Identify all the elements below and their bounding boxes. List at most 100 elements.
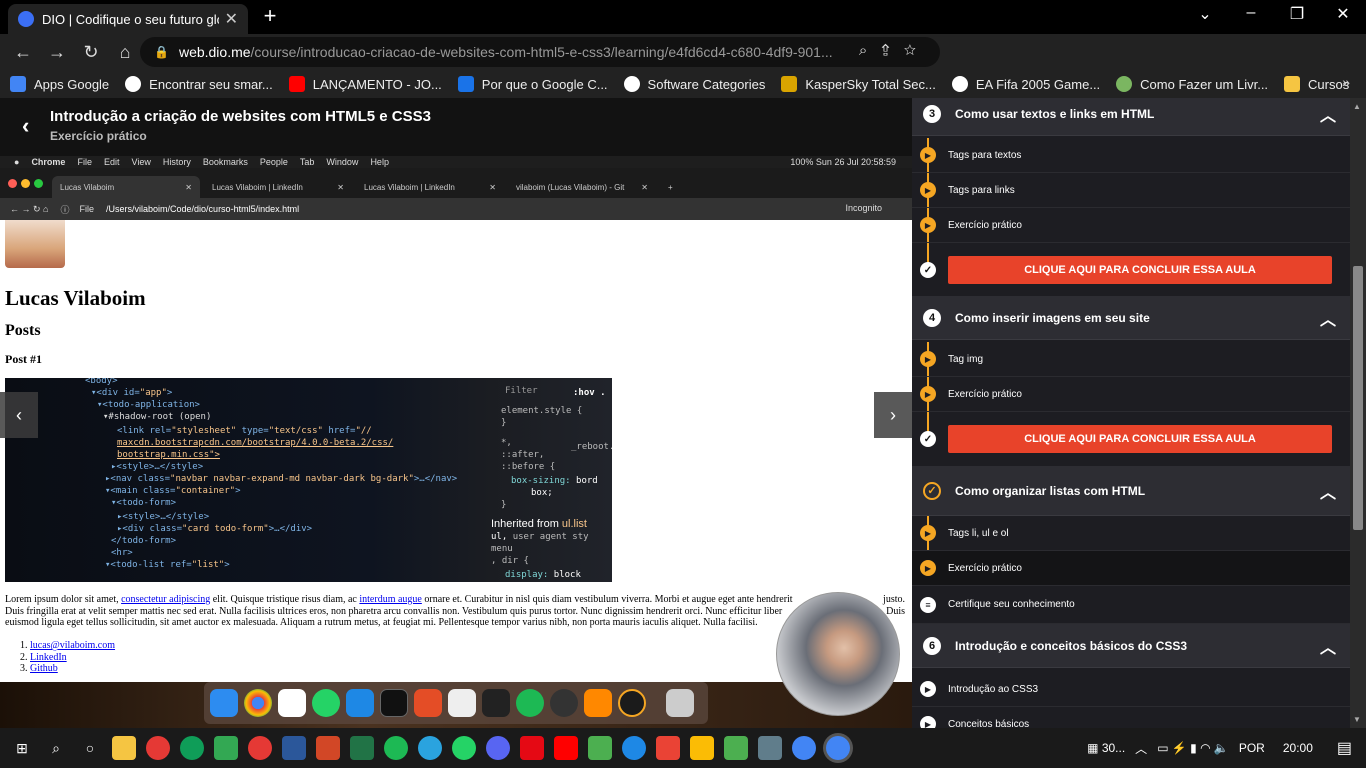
- finder-icon: [210, 689, 238, 717]
- tab-search-icon[interactable]: ⌄: [1190, 4, 1220, 26]
- close-window-button[interactable]: ✕: [1328, 4, 1358, 26]
- gmail-icon[interactable]: [656, 736, 680, 760]
- task-view-icon[interactable]: ○: [78, 736, 102, 760]
- section-header[interactable]: 3 Como usar textos e links em HTML ︿: [912, 98, 1350, 136]
- lesson-item[interactable]: ▶ Exercício prático: [912, 208, 1350, 243]
- bookmark-item[interactable]: Software Categories: [623, 76, 765, 92]
- bookmark-item[interactable]: KasperSky Total Sec...: [781, 76, 936, 92]
- lesson-item[interactable]: ▶ Tags li, ul e ol: [912, 516, 1350, 551]
- scrollbar-thumb[interactable]: [1353, 266, 1363, 530]
- opera-icon[interactable]: [146, 736, 170, 760]
- bookmark-item[interactable]: Encontrar seu smar...: [125, 76, 273, 92]
- section-header[interactable]: 6 Introdução e conceitos básicos do CSS3…: [912, 624, 1350, 668]
- back-icon[interactable]: ←: [8, 37, 38, 67]
- browser-tab-strip: DIO | Codifique o seu futuro glob ✕ + ⌄ …: [0, 0, 1366, 34]
- app-icon[interactable]: [214, 736, 238, 760]
- mac-menu-item: Window: [326, 157, 359, 167]
- file-explorer-icon[interactable]: [112, 736, 136, 760]
- bookmark-item[interactable]: Por que o Google C...: [457, 76, 608, 92]
- complete-lesson-button[interactable]: CLIQUE AQUI PARA CONCLUIR ESSA AULA: [948, 425, 1332, 453]
- netflix-icon[interactable]: [520, 736, 544, 760]
- spotify-icon: [516, 689, 544, 717]
- excel-icon[interactable]: [350, 736, 374, 760]
- bookmark-item[interactable]: LANÇAMENTO - JO...: [288, 76, 442, 92]
- scroll-down-icon[interactable]: ▼: [1353, 715, 1361, 724]
- language-indicator[interactable]: POR: [1239, 741, 1265, 755]
- section-title: Como usar textos e links em HTML: [955, 106, 1155, 121]
- apps-grid-icon: [10, 76, 26, 92]
- edge-icon[interactable]: [180, 736, 204, 760]
- lesson-item[interactable]: ▶ Tag img: [912, 342, 1350, 377]
- home-icon[interactable]: ⌂: [110, 37, 140, 67]
- address-actions[interactable]: ⌕⇪☆: [859, 42, 930, 59]
- scroll-up-icon[interactable]: ▲: [1353, 102, 1361, 111]
- lesson-item-current[interactable]: ▶ Exercício prático: [912, 551, 1350, 586]
- restore-button[interactable]: ❐: [1282, 4, 1312, 26]
- chevron-up-icon[interactable]: ︿: [1320, 479, 1336, 503]
- notifications-icon[interactable]: ▤: [1337, 738, 1352, 758]
- bookmark-item[interactable]: Apps Google: [10, 76, 109, 92]
- address-bar[interactable]: 🔒 web.dio.me /course/introducao-criacao-…: [140, 37, 940, 67]
- new-tab-button[interactable]: +: [258, 4, 282, 28]
- chevron-up-icon[interactable]: ︿: [1320, 102, 1336, 126]
- app-icon[interactable]: [724, 736, 748, 760]
- forward-icon[interactable]: →: [42, 37, 72, 67]
- bookmarks-more-icon[interactable]: »: [1342, 74, 1350, 90]
- checkmark-icon: ✓: [920, 431, 936, 447]
- reload-icon[interactable]: ↻: [76, 37, 106, 67]
- bookmark-folder[interactable]: Cursos: [1284, 76, 1349, 92]
- windows-start-icon[interactable]: ⊞: [10, 736, 34, 760]
- lesson-item[interactable]: ▶ Conceitos básicos: [912, 707, 1350, 728]
- weather-widget[interactable]: ▦ 30...: [1087, 741, 1125, 755]
- tray-icons[interactable]: ▭ ⚡ ▮ ◠ 🔈: [1157, 741, 1229, 755]
- word-icon[interactable]: [282, 736, 306, 760]
- app-icon[interactable]: [622, 736, 646, 760]
- inner-address-bar: ← → ↻ ⌂ ⓘ File /Users/vilaboim/Code/dio/…: [0, 198, 912, 220]
- sidebar-scrollbar[interactable]: ▲ ▼: [1350, 98, 1366, 728]
- lesson-item[interactable]: ▶ Exercício prático: [912, 377, 1350, 412]
- chrome-active-icon[interactable]: [826, 736, 850, 760]
- minimize-button[interactable]: –: [1236, 4, 1266, 26]
- chrome-icon[interactable]: [792, 736, 816, 760]
- dio-favicon-icon: [18, 11, 34, 27]
- browser-tab-dio[interactable]: DIO | Codifique o seu futuro glob ✕: [8, 4, 248, 34]
- lesson-item[interactable]: ▶ Tags para textos: [912, 138, 1350, 173]
- video-player[interactable]: ● Chrome File Edit View History Bookmark…: [0, 156, 912, 728]
- lesson-item[interactable]: ▶ Introdução ao CSS3: [912, 672, 1350, 707]
- clock[interactable]: 20:00: [1283, 741, 1313, 755]
- lesson-item[interactable]: ▶ Tags para links: [912, 173, 1350, 208]
- youtube-icon[interactable]: [554, 736, 578, 760]
- mac-menu-item: People: [259, 157, 288, 167]
- vlc-icon: [584, 689, 612, 717]
- chevron-up-icon[interactable]: ︿: [1320, 306, 1336, 330]
- terminal-icon: [380, 689, 408, 717]
- lesson-item[interactable]: ≡ Certifique seu conhecimento: [912, 586, 1350, 624]
- telegram-icon[interactable]: [418, 736, 442, 760]
- demo-page-name: Lucas Vilaboim: [5, 286, 146, 310]
- play-icon: ▶: [920, 351, 936, 367]
- browser-toolbar: ← → ↻ ⌂ 🔒 web.dio.me /course/introducao-…: [0, 34, 1366, 95]
- app-icon[interactable]: [588, 736, 612, 760]
- bookmark-favicon-icon: [1116, 76, 1133, 92]
- close-tab-icon[interactable]: ✕: [225, 9, 238, 29]
- spotify-icon[interactable]: [384, 736, 408, 760]
- google-drive-icon[interactable]: [690, 736, 714, 760]
- tray-up-chevron-icon[interactable]: ︿: [1135, 740, 1147, 757]
- complete-lesson-button[interactable]: CLIQUE AQUI PARA CONCLUIR ESSA AULA: [948, 256, 1332, 284]
- carousel-prev-icon: ‹: [0, 392, 38, 438]
- bookmark-item[interactable]: Como Fazer um Livr...: [1116, 76, 1268, 92]
- app-icon[interactable]: [758, 736, 782, 760]
- google-icon: [125, 76, 142, 92]
- back-chevron-icon[interactable]: ‹: [22, 113, 29, 139]
- powerpoint-icon[interactable]: [316, 736, 340, 760]
- bookmark-item[interactable]: EA Fifa 2005 Game...: [951, 76, 1100, 92]
- chevron-up-icon[interactable]: ︿: [1320, 634, 1336, 658]
- search-icon[interactable]: ⌕: [44, 736, 68, 760]
- section-header[interactable]: ✓ Como organizar listas com HTML ︿: [912, 466, 1350, 516]
- whatsapp-icon[interactable]: [452, 736, 476, 760]
- section-header[interactable]: 4 Como inserir imagens em seu site ︿: [912, 296, 1350, 340]
- app-icon[interactable]: [248, 736, 272, 760]
- lorem-link: interdum augue: [359, 594, 422, 605]
- discord-icon[interactable]: [486, 736, 510, 760]
- app-icon: [448, 689, 476, 717]
